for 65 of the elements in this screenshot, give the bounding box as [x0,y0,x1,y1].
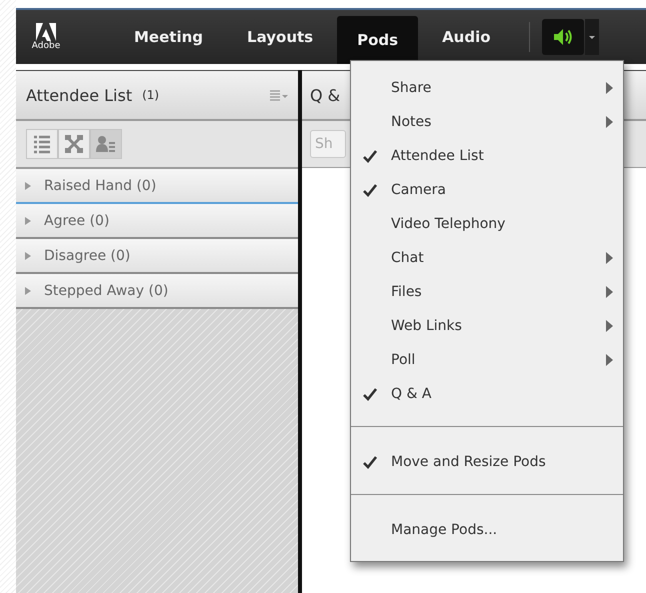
person-list-icon [96,134,116,154]
attendee-count: (1) [142,88,160,102]
menu-item[interactable]: Pods [337,16,418,64]
group-label: Disagree (0) [44,248,130,264]
view-button[interactable] [58,129,90,159]
speaker-icon [552,27,573,47]
menu-option[interactable]: Poll [351,343,623,377]
checkmark-icon [363,455,377,469]
caret-icon [588,36,595,38]
menu-option[interactable]: Q & A [351,377,623,411]
menu-option-label: Notes [391,114,432,130]
checkmark-icon [363,183,377,197]
logo-text: Adobe [32,41,60,51]
menu-option[interactable]: Attendee List [351,139,623,173]
menu-option-label: Chat [391,250,425,266]
group-row[interactable]: Stepped Away (0) [16,274,298,309]
logo-icon [36,23,56,41]
submenu-arrow-icon [606,354,613,366]
menu-option-label: Attendee List [391,148,485,164]
group-label: Agree (0) [44,212,110,228]
speaker-button[interactable] [542,19,584,55]
menu-option[interactable]: Manage Pods... [351,513,623,547]
menu-option-label: Q & A [391,386,432,402]
expand-icon[interactable] [24,182,32,190]
grid-view-icon [64,134,84,154]
group-row[interactable]: Agree (0) [16,204,298,239]
menu-option[interactable]: Files [351,275,623,309]
menu-option-label: Web Links [391,318,463,334]
expand-icon[interactable] [24,216,32,224]
menu-option[interactable]: Web Links [351,309,623,343]
menu-option[interactable]: Notes [351,105,623,139]
pod-options-icon[interactable] [270,90,288,100]
submenu-arrow-icon [606,286,613,298]
menu-option-label: Files [391,284,423,300]
menu-option-label: Poll [391,352,416,368]
group-label: Raised Hand (0) [44,178,156,194]
menu-option-label: Video Telephony [391,216,506,232]
checkmark-icon [363,149,377,163]
view-button[interactable] [26,129,58,159]
menu-option[interactable]: Camera [351,173,623,207]
group-row[interactable]: Raised Hand (0) [16,169,298,204]
expand-icon[interactable] [24,252,32,260]
menu-option[interactable]: Chat [351,241,623,275]
list-view-icon [32,134,52,154]
menu-option[interactable]: Move and Resize Pods [351,445,623,479]
submenu-arrow-icon [606,252,613,264]
menu-option-label: Camera [391,182,447,198]
group-label: Stepped Away (0) [44,282,168,298]
group-row[interactable]: Disagree (0) [16,239,298,274]
view-button[interactable] [90,129,122,159]
expand-icon[interactable] [24,286,32,294]
menu-option[interactable]: Video Telephony [351,207,623,241]
submenu-arrow-icon [606,116,613,128]
menu-option[interactable]: Share [351,71,623,105]
menu-option-label: Move and Resize Pods [391,454,547,470]
menu-item[interactable]: Meeting [114,15,224,59]
menu-item[interactable]: Layouts [227,15,334,59]
menu-option-label: Share [391,80,432,96]
pod-title: Attendee List [26,86,132,104]
pod-title: Q & [310,86,340,104]
menu-item[interactable]: Audio [422,15,511,59]
menu-option-label: Manage Pods... [391,522,498,538]
submenu-arrow-icon [606,320,613,332]
checkmark-icon [363,387,377,401]
submenu-arrow-icon [606,82,613,94]
